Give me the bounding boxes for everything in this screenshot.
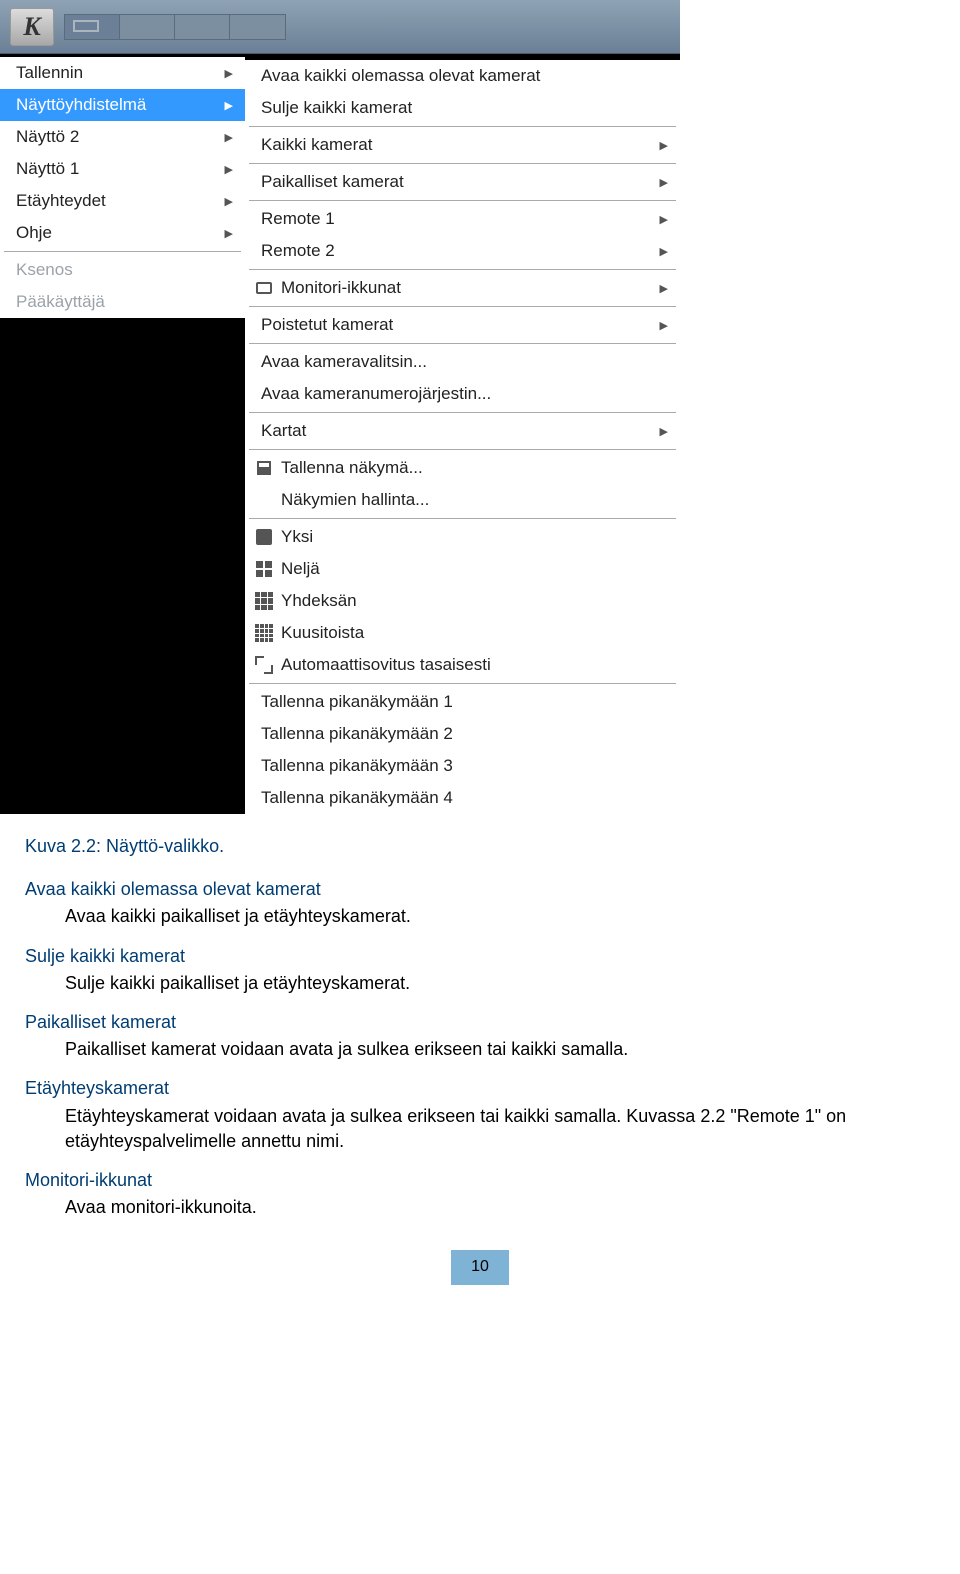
menu-separator [249, 343, 676, 344]
main-menu: Tallennin▶ Näyttöyhdistelmä▶ Näyttö 2▶ N… [0, 57, 245, 318]
submenu-layout-sixteen[interactable]: Kuusitoista [245, 617, 680, 649]
chevron-right-icon: ▶ [225, 99, 233, 112]
menu-separator [249, 126, 676, 127]
chevron-right-icon: ▶ [225, 131, 233, 144]
layout-one-icon [253, 528, 275, 546]
submenu-remote2[interactable]: Remote 2▶ [245, 235, 680, 267]
page-number-container: 10 [25, 1250, 935, 1284]
figure-caption: Kuva 2.2: Näyttö-valikko. [25, 834, 935, 859]
chevron-right-icon: ▶ [225, 195, 233, 208]
submenu-layout-nine[interactable]: Yhdeksän [245, 585, 680, 617]
menu-item-etayhteydet[interactable]: Etäyhteydet▶ [0, 185, 245, 217]
chevron-right-icon: ▶ [660, 176, 668, 189]
term-description: Etäyhteyskamerat voidaan avata ja sulkea… [65, 1104, 935, 1154]
term-description: Sulje kaikki paikalliset ja etäyhteyskam… [65, 971, 935, 996]
term-heading: Etäyhteyskamerat [25, 1076, 935, 1101]
toolbar-box[interactable] [120, 15, 175, 39]
menu-separator [4, 251, 241, 252]
menu-item-ksenos: Ksenos [0, 254, 245, 286]
submenu-save-quick-1[interactable]: Tallenna pikanäkymään 1 [245, 686, 680, 718]
k-menu-button[interactable]: K [10, 8, 54, 46]
menu-item-paakayttaja: Pääkäyttäjä [0, 286, 245, 318]
term-description: Avaa monitori-ikkunoita. [65, 1195, 935, 1220]
chevron-right-icon: ▶ [660, 213, 668, 226]
submenu-all-cameras[interactable]: Kaikki kamerat▶ [245, 129, 680, 161]
monitor-icon [253, 279, 275, 297]
save-icon [253, 459, 275, 477]
menu-item-tallennin[interactable]: Tallennin▶ [0, 57, 245, 89]
chevron-right-icon: ▶ [660, 282, 668, 295]
menu-item-ohje[interactable]: Ohje▶ [0, 217, 245, 249]
submenu-open-selector[interactable]: Avaa kameravalitsin... [245, 346, 680, 378]
term-heading: Avaa kaikki olemassa olevat kamerat [25, 877, 935, 902]
page-number: 10 [451, 1250, 509, 1284]
layout-auto-icon [253, 656, 275, 674]
submenu-save-quick-2[interactable]: Tallenna pikanäkymään 2 [245, 718, 680, 750]
submenu-save-view[interactable]: Tallenna näkymä... [245, 452, 680, 484]
submenu-removed-cameras[interactable]: Poistetut kamerat▶ [245, 309, 680, 341]
submenu-monitor-windows[interactable]: Monitori-ikkunat▶ [245, 272, 680, 304]
chevron-right-icon: ▶ [225, 163, 233, 176]
toolbar-box[interactable] [175, 15, 230, 39]
menu-item-naytto2[interactable]: Näyttö 2▶ [0, 121, 245, 153]
document-body: Kuva 2.2: Näyttö-valikko. Avaa kaikki ol… [0, 814, 960, 1305]
menu-separator [249, 306, 676, 307]
chevron-right-icon: ▶ [225, 227, 233, 240]
menu-separator [249, 269, 676, 270]
term-description: Paikalliset kamerat voidaan avata ja sul… [65, 1037, 935, 1062]
submenu-layout-one[interactable]: Yksi [245, 521, 680, 553]
menu-separator [249, 200, 676, 201]
chevron-right-icon: ▶ [660, 319, 668, 332]
menu-separator [249, 449, 676, 450]
submenu-manage-views[interactable]: Näkymien hallinta... [245, 484, 680, 516]
chevron-right-icon: ▶ [660, 245, 668, 258]
black-area [0, 318, 245, 814]
menu-separator [249, 412, 676, 413]
submenu-open-all[interactable]: Avaa kaikki olemassa olevat kamerat [245, 60, 680, 92]
menu-item-nayttoyhdistelma[interactable]: Näyttöyhdistelmä▶ [0, 89, 245, 121]
submenu-layout-auto[interactable]: Automaattisovitus tasaisesti [245, 649, 680, 681]
submenu-close-all[interactable]: Sulje kaikki kamerat [245, 92, 680, 124]
submenu-save-quick-3[interactable]: Tallenna pikanäkymään 3 [245, 750, 680, 782]
menu-separator [249, 163, 676, 164]
menu-separator [249, 683, 676, 684]
submenu-remote1[interactable]: Remote 1▶ [245, 203, 680, 235]
term-heading: Monitori-ikkunat [25, 1168, 935, 1193]
toolbar-box[interactable] [65, 15, 120, 39]
titlebar: K [0, 0, 680, 54]
term-heading: Sulje kaikki kamerat [25, 944, 935, 969]
layout-sixteen-icon [253, 624, 275, 642]
layout-four-icon [253, 560, 275, 578]
layout-nine-icon [253, 592, 275, 610]
toolbar-boxes [64, 14, 286, 40]
menu-area: Tallennin▶ Näyttöyhdistelmä▶ Näyttö 2▶ N… [0, 57, 680, 814]
submenu-layout-four[interactable]: Neljä [245, 553, 680, 585]
term-heading: Paikalliset kamerat [25, 1010, 935, 1035]
menu-item-naytto1[interactable]: Näyttö 1▶ [0, 153, 245, 185]
submenu: Avaa kaikki olemassa olevat kamerat Sulj… [245, 60, 680, 814]
submenu-local-cameras[interactable]: Paikalliset kamerat▶ [245, 166, 680, 198]
submenu-open-numbering[interactable]: Avaa kameranumerojärjestin... [245, 378, 680, 410]
chevron-right-icon: ▶ [225, 67, 233, 80]
term-description: Avaa kaikki paikalliset ja etäyhteyskame… [65, 904, 935, 929]
chevron-right-icon: ▶ [660, 425, 668, 438]
submenu-maps[interactable]: Kartat▶ [245, 415, 680, 447]
toolbar-box[interactable] [230, 15, 285, 39]
menu-separator [249, 518, 676, 519]
submenu-save-quick-4[interactable]: Tallenna pikanäkymään 4 [245, 782, 680, 814]
app-window: K Tallennin▶ Näyttöyhdistelmä▶ Näyttö 2▶… [0, 0, 680, 814]
chevron-right-icon: ▶ [660, 139, 668, 152]
